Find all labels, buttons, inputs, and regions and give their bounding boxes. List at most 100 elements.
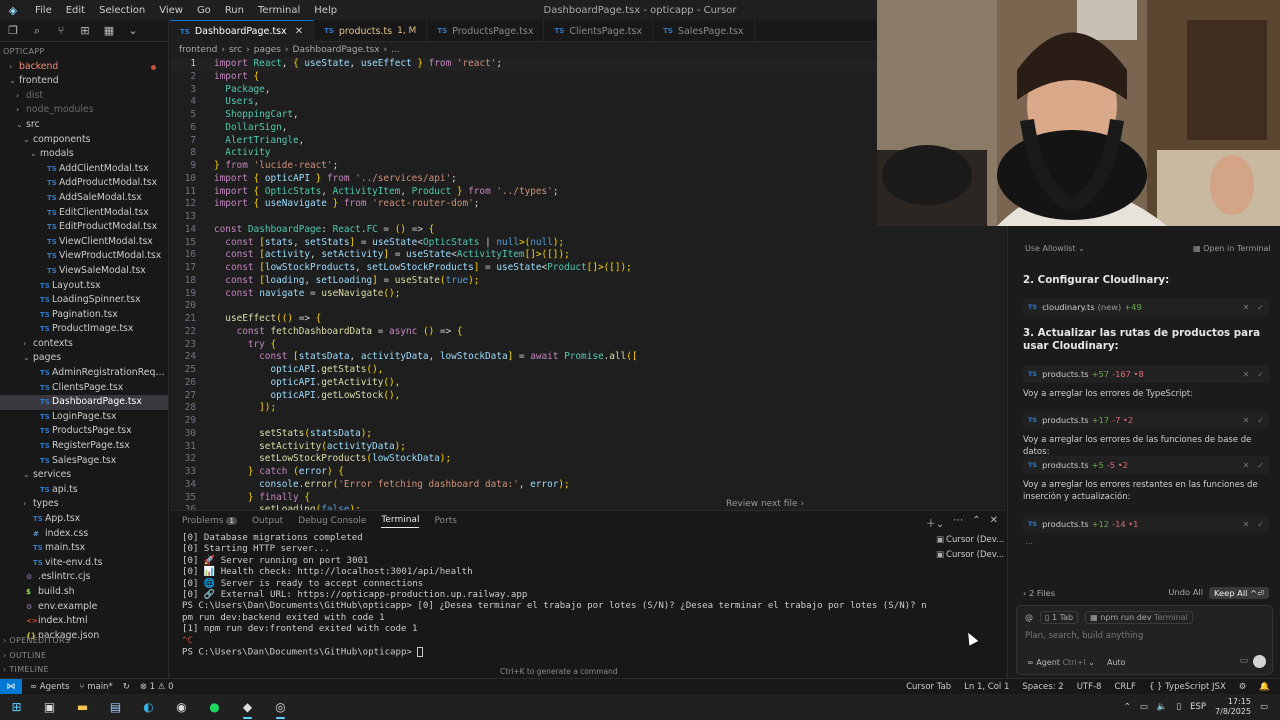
- open-in-terminal-button[interactable]: ▦ Open in Terminal: [1193, 244, 1271, 253]
- notification-center-icon[interactable]: ▭: [1260, 702, 1268, 712]
- tree-item[interactable]: › node_modules: [0, 103, 168, 118]
- tree-item[interactable]: TS vite-env.d.ts: [0, 556, 168, 571]
- agent-mode-selector[interactable]: ∞ Agent Ctrl+I ⌄: [1027, 658, 1095, 667]
- tree-item[interactable]: › dist: [0, 89, 168, 104]
- source-control-icon[interactable]: ⑂: [54, 24, 68, 37]
- tree-item[interactable]: › contexts: [0, 337, 168, 352]
- branch-status[interactable]: ⑂ main*: [79, 682, 112, 692]
- remote-icon[interactable]: ⋈: [0, 678, 22, 695]
- tree-item[interactable]: ⚙ env.example: [0, 600, 168, 615]
- tree-item[interactable]: › types: [0, 497, 168, 512]
- footer-section-1[interactable]: › OUTLINE: [0, 649, 168, 664]
- agent-input[interactable]: @ ▯ 1 Tab ▦ npm run dev Terminal Plan, s…: [1016, 605, 1273, 675]
- agent-file-change[interactable]: TS products.ts +5 -5 •2 ✕ ✓: [1023, 456, 1269, 474]
- code-line[interactable]: 35 } finally {: [170, 492, 1006, 505]
- code-line[interactable]: 24 const [statsData, activityData, lowSt…: [170, 351, 1006, 364]
- tree-item[interactable]: ⌄ components: [0, 133, 168, 148]
- keep-all-button[interactable]: Keep All ^⏎: [1209, 587, 1269, 599]
- tree-item[interactable]: TS ViewClientModal.tsx: [0, 235, 168, 250]
- tree-item[interactable]: TS LoginPage.tsx: [0, 410, 168, 425]
- accept-icon[interactable]: ✓: [1257, 461, 1264, 470]
- breadcrumb-item[interactable]: DashboardPage.tsx: [293, 45, 380, 55]
- panel-tab-output[interactable]: Output: [252, 516, 283, 526]
- tree-item[interactable]: TS Pagination.tsx: [0, 308, 168, 323]
- reject-icon[interactable]: ✕: [1243, 520, 1250, 529]
- tree-item[interactable]: TS Layout.tsx: [0, 279, 168, 294]
- problems-status[interactable]: ⊗ 1 ⚠ 0: [140, 682, 174, 692]
- start-icon[interactable]: ⊞: [0, 694, 33, 720]
- code-line[interactable]: 28 ]);: [170, 402, 1006, 415]
- menu-item-help[interactable]: Help: [307, 5, 344, 16]
- accept-icon[interactable]: ✓: [1257, 303, 1264, 312]
- language-status[interactable]: { } TypeScript JSX: [1149, 682, 1226, 692]
- tree-item[interactable]: ⌄ src: [0, 118, 168, 133]
- tree-item[interactable]: ⌄ modals: [0, 147, 168, 162]
- search-icon[interactable]: ⌕: [30, 24, 44, 38]
- code-line[interactable]: 34 console.error('Error fetching dashboa…: [170, 479, 1006, 492]
- image-icon[interactable]: ▭: [1239, 656, 1248, 666]
- at-icon[interactable]: @: [1025, 613, 1033, 622]
- tree-item[interactable]: TS main.tsx: [0, 541, 168, 556]
- accept-icon[interactable]: ✓: [1257, 520, 1264, 529]
- use-allowlist-button[interactable]: Use Allowlist ⌄: [1025, 244, 1085, 253]
- tree-item[interactable]: TS api.ts: [0, 483, 168, 498]
- breadcrumb-item[interactable]: src: [229, 45, 242, 55]
- tree-item[interactable]: › backend: [0, 60, 168, 75]
- tree-item[interactable]: TS ViewSaleModal.tsx: [0, 264, 168, 279]
- review-next-file-button[interactable]: Review next file ›: [720, 497, 810, 510]
- agent-input-placeholder[interactable]: Plan, search, build anything: [1025, 631, 1143, 641]
- tree-item[interactable]: ⌄ pages: [0, 351, 168, 366]
- code-line[interactable]: 23 try {: [170, 339, 1006, 352]
- tree-item[interactable]: TS AddClientModal.tsx: [0, 162, 168, 177]
- code-line[interactable]: 25 opticAPI.getStats(),: [170, 364, 1006, 377]
- code-line[interactable]: 17 const [lowStockProducts, setLowStockP…: [170, 262, 1006, 275]
- terminal-instance[interactable]: ▣ Cursor (Dev...: [936, 533, 1006, 548]
- panel-tab-terminal[interactable]: Terminal: [381, 515, 420, 528]
- spotify-icon[interactable]: ●: [198, 694, 231, 720]
- file-explorer-icon[interactable]: ▬: [66, 694, 99, 720]
- language-indicator[interactable]: ESP: [1190, 702, 1206, 712]
- chevron-down-icon[interactable]: ⌄: [126, 24, 140, 37]
- agents-status[interactable]: ∞ Agents: [30, 682, 69, 692]
- volume-icon[interactable]: 🔈: [1157, 702, 1168, 712]
- menu-item-selection[interactable]: Selection: [92, 5, 152, 16]
- cursor-position[interactable]: Ln 1, Col 1: [964, 682, 1009, 692]
- code-line[interactable]: 19 const navigate = useNavigate();: [170, 288, 1006, 301]
- tree-item[interactable]: TS SalesPage.tsx: [0, 454, 168, 469]
- more-icon[interactable]: ⋯: [953, 515, 963, 530]
- send-button[interactable]: [1253, 655, 1266, 668]
- code-line[interactable]: 26 opticAPI.getActivity(),: [170, 377, 1006, 390]
- tab-salespage-tsx[interactable]: TS SalesPage.tsx: [653, 20, 755, 42]
- tree-item[interactable]: TS DashboardPage.tsx: [0, 395, 168, 410]
- tab-productspage-tsx[interactable]: TS ProductsPage.tsx: [427, 20, 545, 42]
- cursor-app-icon[interactable]: ◆: [231, 694, 264, 720]
- context-tab-pill[interactable]: ▯ 1 Tab: [1040, 611, 1079, 624]
- tree-item[interactable]: ⌄ frontend: [0, 74, 168, 89]
- edge-icon[interactable]: ◐: [132, 694, 165, 720]
- breadcrumb-item[interactable]: frontend: [179, 45, 217, 55]
- menu-item-go[interactable]: Go: [190, 5, 218, 16]
- tree-item[interactable]: TS AddSaleModal.tsx: [0, 191, 168, 206]
- reject-icon[interactable]: ✕: [1243, 461, 1250, 470]
- settings-icon[interactable]: ⚙: [1239, 682, 1247, 692]
- menu-item-view[interactable]: View: [152, 5, 190, 16]
- tab-dashboardpage-tsx[interactable]: TS DashboardPage.tsx ✕: [170, 20, 315, 42]
- code-line[interactable]: 20: [170, 300, 1006, 313]
- obs-icon[interactable]: ◉: [165, 694, 198, 720]
- tree-item[interactable]: TS ProductsPage.tsx: [0, 424, 168, 439]
- terminal-output[interactable]: [0] Database migrations completed [0] Sta…: [182, 533, 932, 659]
- files-count[interactable]: 2 Files: [1029, 588, 1055, 598]
- breadcrumb-item[interactable]: ...: [391, 45, 400, 55]
- undo-all-button[interactable]: Undo All: [1168, 587, 1203, 599]
- code-line[interactable]: 32 setLowStockProducts(lowStockData);: [170, 453, 1006, 466]
- tree-item[interactable]: TS EditProductModal.tsx: [0, 220, 168, 235]
- maximize-panel-icon[interactable]: ⌃: [972, 515, 980, 530]
- agent-file-change[interactable]: TS products.ts +57 -167 •8 ✕ ✓: [1023, 365, 1269, 383]
- menu-item-file[interactable]: File: [28, 5, 59, 16]
- menu-item-edit[interactable]: Edit: [59, 5, 92, 16]
- store-icon[interactable]: ▤: [99, 694, 132, 720]
- tree-item[interactable]: TS ProductImage.tsx: [0, 322, 168, 337]
- eol-status[interactable]: CRLF: [1114, 682, 1135, 692]
- tree-item[interactable]: TS LoadingSpinner.tsx: [0, 293, 168, 308]
- code-line[interactable]: 15 const [stats, setStats] = useState<Op…: [170, 237, 1006, 250]
